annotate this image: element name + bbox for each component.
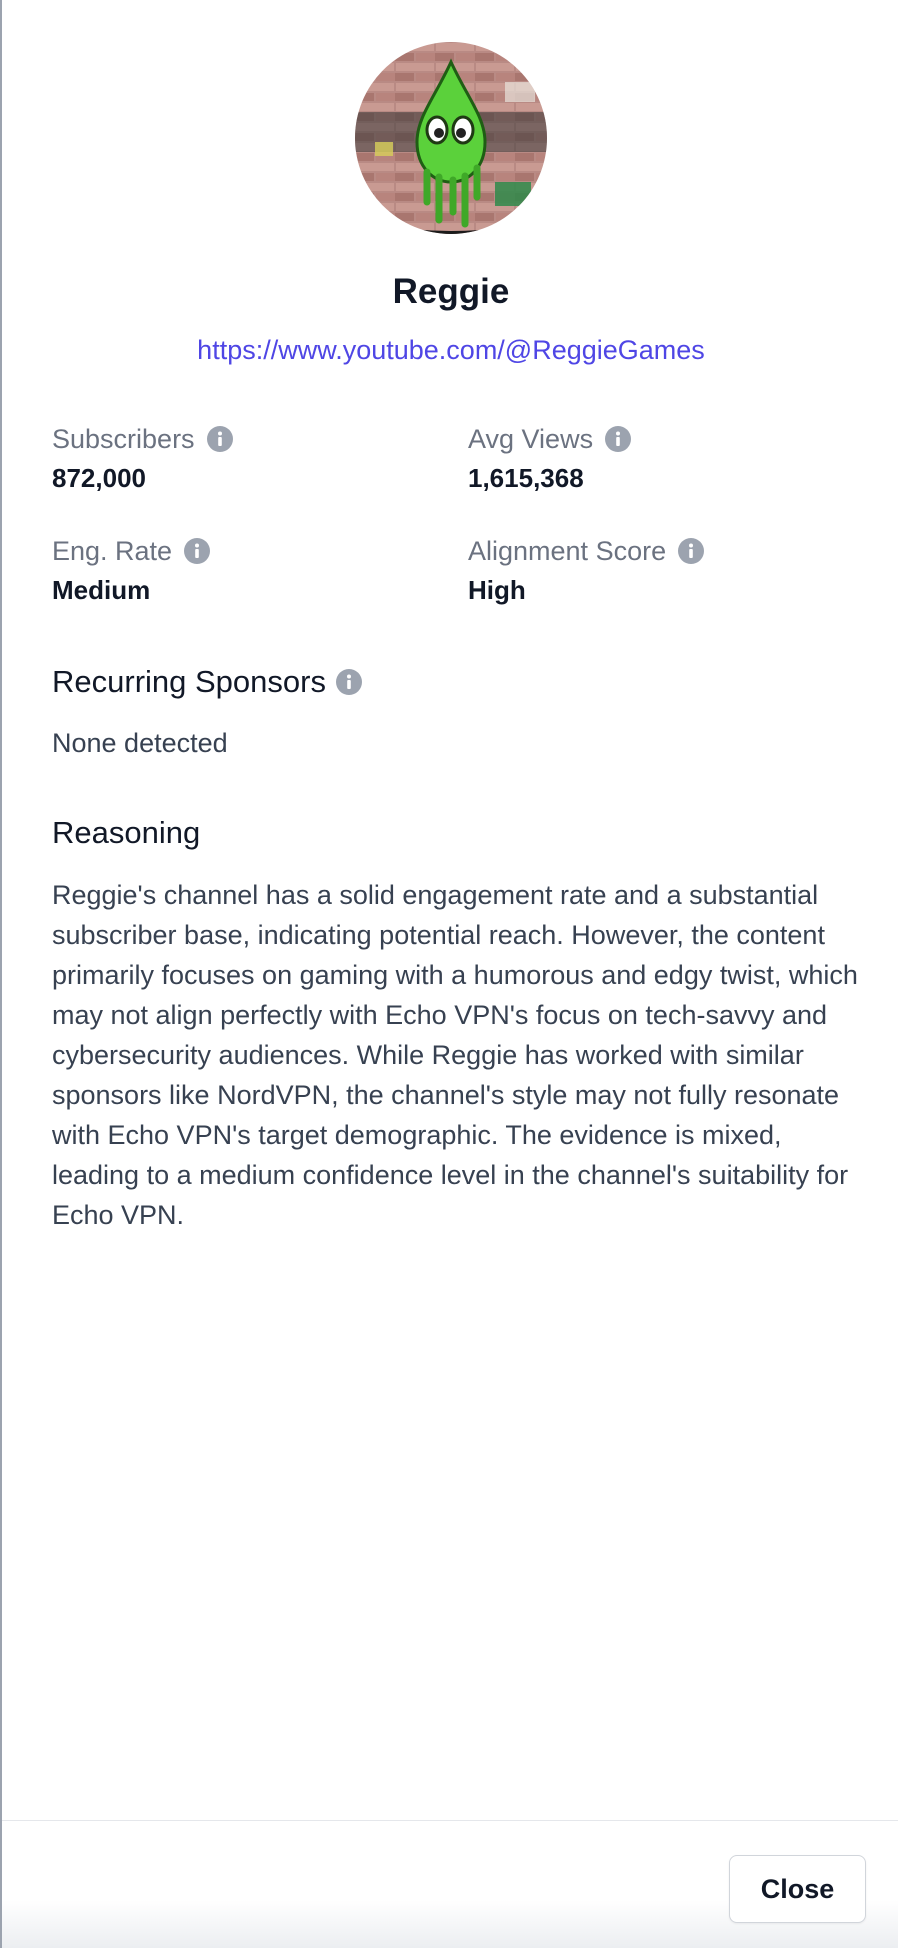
channel-name: Reggie	[392, 272, 510, 311]
close-button[interactable]: Close	[729, 1855, 866, 1923]
stat-eng-rate: Eng. Rate Medium	[52, 531, 412, 609]
recurring-sponsors-heading: Recurring Sponsors	[52, 660, 362, 704]
stat-value: 1,615,368	[468, 463, 584, 493]
stat-label: Subscribers	[52, 424, 195, 454]
info-icon[interactable]	[335, 669, 362, 695]
recurring-sponsors-value: None detected	[52, 728, 228, 758]
info-icon[interactable]	[184, 538, 211, 564]
info-icon[interactable]	[605, 426, 632, 452]
channel-url-link[interactable]: https://www.youtube.com/@ReggieGames	[2, 330, 898, 370]
footer-divider	[2, 1820, 898, 1821]
stat-value: High	[468, 575, 526, 605]
stat-subscribers: Subscribers 872,000	[52, 419, 412, 497]
stat-value: Medium	[52, 575, 151, 605]
info-icon[interactable]	[206, 426, 233, 452]
channel-avatar	[355, 42, 547, 234]
reasoning-text: Reggie's channel has a solid engagement …	[52, 880, 858, 1230]
stat-avg-views: Avg Views 1,615,368	[468, 419, 828, 497]
stat-alignment-score: Alignment Score High	[468, 531, 828, 609]
stat-label: Eng. Rate	[52, 536, 173, 566]
section-title-label: Recurring Sponsors	[52, 664, 326, 699]
reasoning-heading: Reasoning	[52, 815, 201, 850]
stat-label: Alignment Score	[468, 536, 667, 566]
channel-detail-panel: Reggie https://www.youtube.com/@ReggieGa…	[0, 0, 898, 1948]
stat-label: Avg Views	[468, 424, 594, 454]
info-icon[interactable]	[678, 538, 705, 564]
stat-value: 872,000	[52, 463, 146, 493]
